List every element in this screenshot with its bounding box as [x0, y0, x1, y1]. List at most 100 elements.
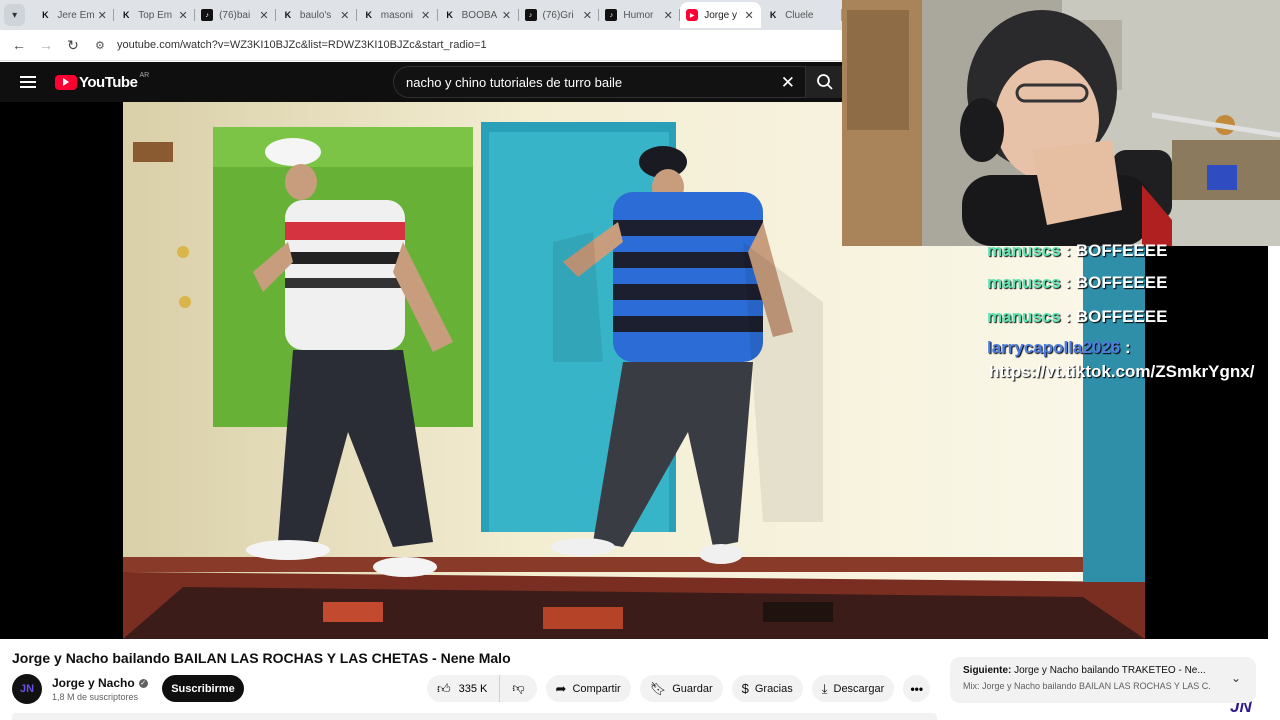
youtube-play-icon: [55, 74, 77, 90]
thanks-icon: $: [741, 681, 749, 696]
search-input[interactable]: nacho y chino tutoriales de turro baile …: [393, 66, 806, 98]
chevron-down-icon[interactable]: ⌄: [1231, 671, 1241, 685]
browser-tab[interactable]: K baulo's ✕: [276, 2, 357, 28]
close-icon[interactable]: ✕: [581, 9, 593, 22]
browser-tab[interactable]: K Jere Em ✕: [33, 2, 115, 28]
chat-text: BOFFEEEE: [1075, 241, 1168, 260]
dislike-button[interactable]: 👎︎: [500, 675, 536, 702]
share-button[interactable]: ➦ Compartir: [545, 675, 631, 702]
youtube-header: YouTube AR nacho y chino tutoriales de t…: [0, 62, 844, 102]
site-settings-icon[interactable]: ⚙: [95, 39, 111, 52]
kick-icon: K: [365, 10, 373, 20]
browser-tab-active[interactable]: ▶ Jorge y ✕: [680, 2, 762, 28]
kick-icon: K: [769, 10, 777, 20]
close-icon[interactable]: ✕: [339, 9, 351, 22]
more-options-icon[interactable]: •••: [903, 675, 931, 702]
channel-name[interactable]: Jorge y Nacho: [52, 676, 135, 690]
share-label: Compartir: [572, 682, 621, 695]
tab-label: (76)bai: [219, 9, 251, 21]
tab-label: (76)Gri: [542, 9, 574, 21]
close-icon[interactable]: ✕: [743, 9, 755, 22]
tab-search-chevron-icon[interactable]: ▾: [4, 4, 26, 26]
youtube-logo[interactable]: YouTube AR: [55, 71, 150, 91]
tab-label: masoni: [380, 9, 414, 21]
chat-text: BOFFEEEE: [1075, 307, 1168, 326]
close-icon[interactable]: ✕: [501, 9, 513, 22]
address-bar: ← → ↻ ⚙ youtube.com/watch?v=WZ3KI10BJZc&…: [0, 30, 842, 61]
close-icon[interactable]: ✕: [96, 9, 108, 22]
kick-icon: K: [446, 10, 453, 20]
chat-message: larrycapolla2026 :: [987, 334, 1277, 362]
browser-tab[interactable]: K Top Em ✕: [114, 2, 195, 28]
save-button[interactable]: 🔖︎ Guardar: [639, 675, 723, 702]
video-title: Jorge y Nacho bailando BAILAN LAS ROCHAS…: [12, 650, 511, 666]
subscribe-button[interactable]: Suscribirme: [162, 675, 244, 702]
close-icon[interactable]: ✕: [420, 9, 432, 22]
thumbs-down-icon: 👎︎: [512, 681, 525, 695]
forward-arrow-icon[interactable]: →: [35, 34, 57, 56]
chat-text: BOFFEEEE: [1075, 273, 1168, 292]
chat-separator: :: [1120, 338, 1131, 357]
tab-label: Jere Em: [57, 9, 95, 21]
thanks-button[interactable]: $ Gracias: [731, 675, 803, 702]
chat-username: manuscs: [987, 307, 1061, 326]
subscriber-count: 1,8 M de suscriptores: [52, 692, 139, 702]
channel-info: JN Jorge y Nacho ✓ 1,8 M de suscriptores: [12, 674, 148, 704]
tab-label: Top Em: [138, 9, 173, 21]
action-bar: 👍︎ 335 K 👎︎ ➦ Compartir 🔖︎ Guardar $ Gra…: [427, 675, 931, 702]
search-text: nacho y chino tutoriales de turro baile: [406, 74, 623, 90]
url-field[interactable]: ⚙ youtube.com/watch?v=WZ3KI10BJZc&list=R…: [95, 33, 842, 57]
browser-tab[interactable]: K Cluele: [761, 2, 842, 28]
reload-icon[interactable]: ↻: [62, 34, 84, 56]
thumbs-up-icon: 👍︎: [437, 680, 451, 696]
youtube-icon: ▶: [686, 9, 699, 21]
search-button[interactable]: [806, 66, 844, 98]
chat-link: https://vt.tiktok.com/ZSmkrYgnx/: [989, 362, 1255, 381]
next-up-line: Siguiente: Jorge y Nacho bailando TRAKET…: [963, 665, 1243, 676]
avatar[interactable]: JN: [12, 674, 42, 704]
clear-icon[interactable]: ✕: [781, 73, 795, 93]
kick-icon: K: [284, 10, 292, 20]
channel-name-row[interactable]: Jorge y Nacho ✓: [52, 676, 148, 690]
download-button[interactable]: ⤓ Descargar: [811, 675, 895, 702]
back-arrow-icon[interactable]: ←: [8, 34, 30, 56]
like-button[interactable]: 👍︎ 335 K: [427, 675, 501, 702]
download-icon: ⤓: [821, 680, 828, 696]
chat-overlay: manuscs : BOFFEEEE manuscs : BOFFEEEE ma…: [987, 236, 1277, 382]
like-count: 335 K: [458, 682, 488, 695]
menu-icon[interactable]: [20, 76, 36, 88]
close-icon[interactable]: ✕: [662, 9, 674, 22]
tab-label: BOOBA: [461, 9, 498, 21]
browser-tab[interactable]: ♪ Humor ✕: [599, 2, 681, 28]
channel-meta: Jorge y Nacho ✓ 1,8 M de suscriptores: [52, 676, 148, 702]
kick-icon: K: [122, 10, 130, 20]
tiktok-icon: ♪: [605, 9, 618, 21]
share-icon: ➦: [555, 680, 567, 696]
close-icon[interactable]: ✕: [177, 9, 189, 22]
like-dislike-group: 👍︎ 335 K 👎︎: [427, 675, 537, 702]
chat-username: larrycapolla2026: [987, 338, 1121, 357]
description-box[interactable]: [12, 713, 937, 720]
browser-tab-strip: ▾ K Jere Em ✕ K Top Em ✕ ♪ (76)bai ✕ K b…: [0, 0, 842, 30]
chat-separator: :: [1060, 273, 1076, 292]
close-icon[interactable]: ✕: [258, 9, 270, 22]
search-icon: [817, 74, 833, 90]
chat-message: manuscs : BOFFEEEE: [987, 236, 1277, 266]
region-code: AR: [139, 71, 150, 79]
browser-tab[interactable]: K masoni ✕: [357, 2, 438, 28]
chat-username: manuscs: [987, 273, 1061, 292]
chat-message: manuscs : BOFFEEEE: [987, 266, 1277, 300]
browser-tab[interactable]: ♪ (76)Gri ✕: [519, 2, 600, 28]
bookmark-icon: 🔖︎: [649, 680, 667, 696]
chat-separator: :: [1060, 241, 1076, 260]
chat-username: manuscs: [987, 241, 1061, 260]
thanks-label: Gracias: [754, 682, 793, 695]
browser-tab[interactable]: ♪ (76)bai ✕: [195, 2, 276, 28]
logo-text: YouTube: [79, 73, 138, 91]
webcam-image: [842, 0, 1280, 246]
tiktok-icon: ♪: [524, 9, 537, 21]
next-up-card[interactable]: Siguiente: Jorge y Nacho bailando TRAKET…: [950, 657, 1256, 703]
verified-icon: ✓: [138, 678, 148, 688]
browser-tab[interactable]: K BOOBA ✕: [438, 2, 519, 28]
next-up-mix: Mix: Jorge y Nacho bailando BAILAN LAS R…: [963, 681, 1211, 691]
